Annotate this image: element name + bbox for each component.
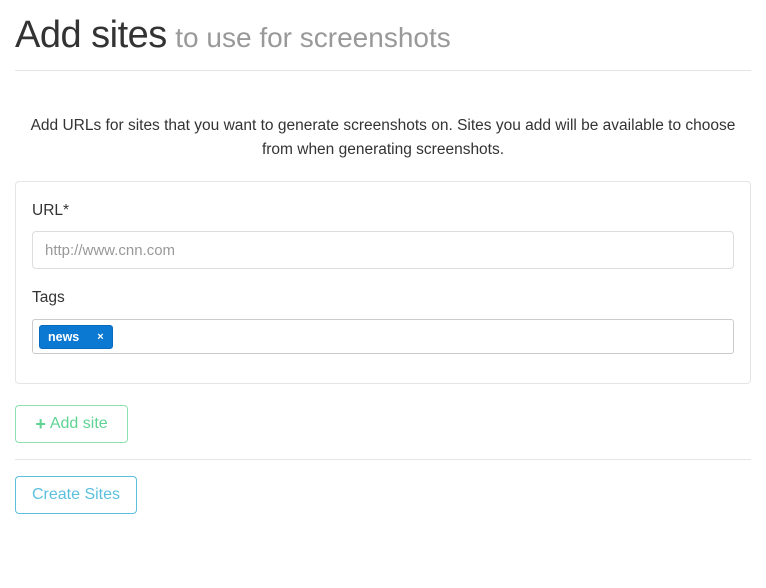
divider [15,459,751,460]
tag-remove-icon[interactable]: × [97,331,103,343]
site-form-panel: URL* Tags news × [15,181,751,384]
intro-text: Add URLs for sites that you want to gene… [30,117,736,158]
page-title: Add sites [15,14,167,56]
plus-icon: + [35,414,46,434]
tag-chip: news × [39,324,113,349]
tag-label: news [48,329,80,344]
create-sites-button[interactable]: Create Sites [15,476,137,514]
tags-label: Tags [32,289,65,306]
create-sites-label: Create Sites [31,486,121,503]
add-site-label: Add site [49,415,108,432]
url-label: URL* [32,202,70,219]
page-header: Add sites to use for screenshots [15,0,751,71]
page: Add sites to use for screenshots Add URL… [0,0,766,588]
url-input[interactable] [32,231,734,269]
add-site-button[interactable]: + Add site [15,405,128,443]
tags-input[interactable]: news × [32,319,734,354]
page-subtitle: to use for screenshots [175,22,451,53]
tag-text-input[interactable] [118,324,727,349]
